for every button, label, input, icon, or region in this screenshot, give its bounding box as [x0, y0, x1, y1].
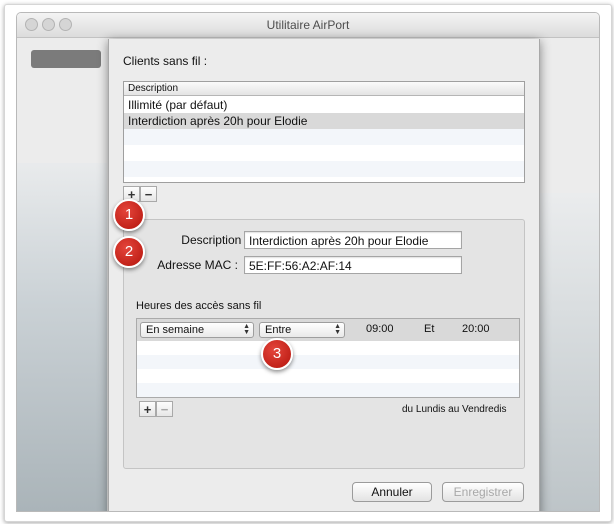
airport-window: Utilitaire AirPort Clients sans fil : De… — [16, 12, 600, 512]
window-title: Utilitaire AirPort — [266, 18, 350, 32]
table-row — [137, 341, 519, 355]
table-row — [124, 145, 524, 161]
description-field[interactable]: Interdiction après 20h pour Elodie — [244, 231, 462, 249]
table-row — [137, 383, 519, 397]
mode-popup[interactable]: Entre ▲ ▼ — [259, 322, 345, 338]
client-details-group: Description : Interdiction après 20h pou… — [123, 219, 525, 469]
table-header-description[interactable]: Description — [124, 82, 524, 96]
annotation-badge-3: 3 — [261, 338, 293, 370]
clients-label: Clients sans fil : — [123, 54, 208, 68]
days-popup[interactable]: En semaine ▲ ▼ — [140, 322, 254, 338]
time-joiner: Et — [424, 323, 435, 335]
save-button[interactable]: Enregistrer — [442, 482, 524, 502]
client-row-elodie[interactable]: Interdiction après 20h pour Elodie — [124, 113, 524, 129]
start-time[interactable]: 09:00 — [366, 323, 394, 335]
mode-popup-value: Entre — [265, 324, 292, 336]
access-control-sheet: Clients sans fil : Description Illimité … — [108, 39, 540, 511]
updown-arrows-icon: ▲ ▼ — [243, 323, 250, 336]
updown-arrows-icon: ▲ ▼ — [334, 323, 341, 336]
table-row — [124, 161, 524, 177]
clients-table[interactable]: Description Illimité (par défaut) Interd… — [123, 81, 525, 183]
table-row — [137, 369, 519, 383]
remove-client-button[interactable]: − — [140, 186, 157, 202]
schedule-row[interactable]: En semaine ▲ ▼ Entre ▲ ▼ 09:00 Et 20:00 — [137, 319, 519, 341]
cancel-button[interactable]: Annuler — [352, 482, 432, 502]
annotation-badge-1: 1 — [113, 199, 145, 231]
table-row — [137, 355, 519, 369]
background-left-panel — [17, 163, 107, 511]
background-tab-button — [31, 50, 101, 68]
title-bar: Utilitaire AirPort — [17, 13, 599, 38]
client-row-default[interactable]: Illimité (par défaut) — [124, 97, 524, 113]
table-row — [124, 129, 524, 145]
remove-schedule-button[interactable]: − — [156, 401, 173, 417]
description-label: Description : — [181, 233, 248, 247]
schedule-days-text: du Lundis au Vendredis — [402, 404, 507, 415]
access-hours-table[interactable]: En semaine ▲ ▼ Entre ▲ ▼ 09:00 Et 20:00 — [136, 318, 520, 398]
mac-address-label: Adresse MAC : — [157, 258, 238, 272]
annotation-badge-2: 2 — [113, 236, 145, 268]
end-time[interactable]: 20:00 — [462, 323, 490, 335]
access-hours-label: Heures des accès sans fil — [136, 300, 262, 312]
mac-address-field[interactable]: 5E:FF:56:A2:AF:14 — [244, 256, 462, 274]
days-popup-value: En semaine — [146, 324, 205, 336]
add-schedule-button[interactable]: + — [139, 401, 156, 417]
